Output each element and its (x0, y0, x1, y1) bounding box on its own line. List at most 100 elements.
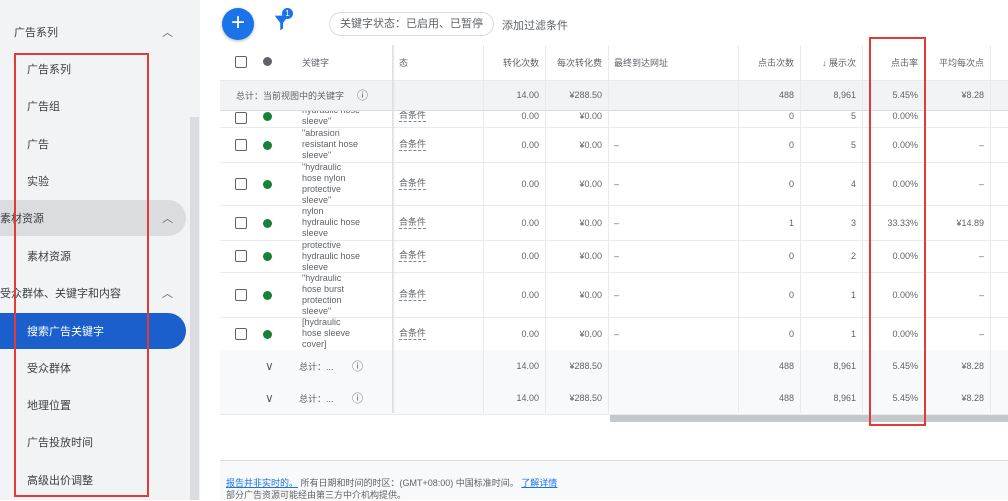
sidebar-item-experiments[interactable]: 实验 (0, 163, 186, 199)
keyword-text[interactable]: "hydraulic hose nylon protective sleeve" (302, 162, 346, 205)
row-checkbox[interactable] (235, 112, 247, 124)
cell-conv: 0.00 (521, 178, 539, 189)
sidebar-item-locations[interactable]: 地理位置 (0, 387, 186, 423)
sidebar-item-label: 实验 (27, 176, 49, 188)
column-divider (483, 45, 484, 413)
horizontal-scrollbar[interactable] (610, 415, 1008, 422)
keyword-text[interactable]: protective hydraulic hose sleeve (302, 240, 360, 272)
column-header-conversions[interactable]: 转化次数 (483, 45, 545, 80)
total-cpconv: ¥288.50 (569, 393, 602, 403)
column-divider (862, 45, 863, 413)
timezone-text: 所有日期和时间的时区：(GMT+08:00) 中国标准时间。 (298, 478, 522, 488)
cell-url: – (614, 178, 620, 189)
status-text[interactable]: 合条件 (399, 110, 427, 122)
keyword-text[interactable]: nylon hydraulic hose sleeve (302, 206, 360, 239)
sidebar-section-assets[interactable]: 素材资源 ︿ (0, 200, 186, 236)
column-divider (738, 45, 739, 413)
sidebar-item-search-keywords[interactable]: 搜索广告关键字 (0, 313, 186, 349)
total-clicks: 488 (778, 393, 794, 403)
help-icon[interactable]: ⓘ (352, 382, 363, 414)
sidebar-item-ads[interactable]: 广告 (0, 126, 186, 162)
cell-cpconv: ¥0.00 (579, 328, 602, 339)
total-impr: 8,961 (833, 393, 856, 403)
sidebar-item-audiences[interactable]: 受众群体 (0, 350, 186, 386)
expand-chevron-icon[interactable]: ∨ (265, 382, 274, 414)
keyword-text[interactable]: [hydraulic hose sleeve cover] (302, 317, 350, 350)
summary-avgcpc: ¥8.28 (961, 90, 984, 100)
cell-url: – (614, 289, 620, 300)
column-header-impressions[interactable]: ↓ 展示次 (800, 45, 862, 80)
sidebar-item-ad-groups[interactable]: 广告组 (0, 88, 186, 124)
enabled-status-dot (263, 290, 272, 300)
total-conv: 14.00 (516, 361, 539, 371)
cell-cpconv: ¥0.00 (579, 178, 602, 189)
status-text[interactable]: 合条件 (399, 250, 427, 262)
keyword-text[interactable]: "abrasion resistant hose sleeve" (302, 128, 358, 161)
column-header-clicks[interactable]: 点击次数 (738, 45, 800, 80)
column-header-cost-per-conversion[interactable]: 每次转化费 (545, 45, 608, 80)
enabled-status-dot (263, 179, 272, 189)
sidebar-item-ad-schedule[interactable]: 广告投放时间 (0, 424, 186, 460)
column-header-ctr[interactable]: 点击率 (862, 45, 924, 80)
sidebar-section-audiences-keywords[interactable]: 受众群体、关键字和内容 ︿ (0, 275, 186, 311)
add-button[interactable]: + (222, 8, 254, 40)
sidebar-item-label: 广告 (27, 139, 49, 151)
row-checkbox[interactable] (235, 177, 247, 190)
enabled-status-dot (263, 112, 272, 121)
row-checkbox[interactable] (235, 216, 247, 229)
keyword-status-filter-chip[interactable]: 关键字状态：已启用、已暂停 (329, 12, 494, 36)
cell-url: – (614, 217, 620, 228)
status-text[interactable]: 合条件 (399, 217, 427, 229)
total-avgcpc: ¥8.28 (961, 361, 984, 371)
sidebar-section-campaigns[interactable]: 广告系列 ︿ (0, 14, 186, 50)
expand-chevron-icon[interactable]: ∨ (265, 350, 274, 382)
keyword-cell: nylon hydraulic hose sleeve (296, 205, 393, 240)
column-header-status[interactable]: 态 (393, 45, 483, 80)
column-divider (800, 45, 801, 413)
add-filter-button[interactable]: 添加过滤条件 (502, 17, 568, 33)
report-not-realtime-link[interactable]: 报告并非实时的。 (226, 478, 298, 488)
status-text[interactable]: 合条件 (399, 328, 427, 340)
total-avgcpc: ¥8.28 (961, 393, 984, 403)
keyword-cell: protective hydraulic hose sleeve (296, 240, 393, 272)
cell-impr: 1 (850, 289, 856, 300)
cell-impr: 5 (850, 139, 856, 150)
column-header-avg-cpc[interactable]: 平均每次点 (924, 45, 990, 80)
column-header-final-url[interactable]: 最终到达网址 (608, 45, 738, 80)
total-ctr: 5.45% (892, 393, 918, 403)
filter-count-badge: 1 (282, 8, 293, 19)
keyword-text[interactable]: "hydraulic hose burst protection sleeve" (302, 273, 344, 317)
sidebar-item-label: 搜索广告关键字 (27, 326, 104, 338)
sidebar-scrollbar[interactable] (190, 117, 199, 500)
cell-ctr: 0.00% (892, 178, 918, 189)
help-icon[interactable]: ⓘ (357, 80, 368, 110)
sidebar-item-assets[interactable]: 素材资源 (0, 238, 186, 274)
row-checkbox[interactable] (235, 250, 247, 262)
cell-url: – (614, 328, 620, 339)
column-header-keyword[interactable]: 关键字 (296, 45, 393, 80)
cell-cpconv: ¥0.00 (579, 251, 602, 261)
sidebar-item-label: 高级出价调整 (27, 475, 93, 487)
cell-clicks: 0 (788, 251, 794, 261)
status-text[interactable]: 合条件 (399, 178, 427, 190)
status-cell: 合条件 (393, 127, 483, 162)
status-text[interactable]: 合条件 (399, 139, 427, 151)
row-checkbox[interactable] (235, 327, 247, 340)
status-cell: 合条件 (393, 317, 483, 350)
sidebar-item-label: 广告投放时间 (27, 437, 93, 449)
total-cpconv: ¥288.50 (569, 361, 602, 371)
status-dot-header (263, 57, 272, 66)
row-checkbox[interactable] (235, 288, 247, 301)
cell-avgcpc: – (978, 328, 984, 339)
total-label: 总计：... (299, 393, 334, 404)
status-text[interactable]: 合条件 (399, 289, 427, 301)
cell-conv: 0.00 (521, 139, 539, 150)
enabled-status-dot (263, 329, 272, 339)
help-icon[interactable]: ⓘ (352, 350, 363, 382)
sidebar-item-bid-adjustments[interactable]: 高级出价调整 (0, 462, 186, 498)
select-all-checkbox[interactable] (235, 56, 247, 68)
learn-more-link[interactable]: 了解详情 (521, 478, 557, 488)
row-checkbox[interactable] (235, 138, 247, 151)
third-party-note: 部分广告资源可能经由第三方中介机构提供。 (226, 490, 407, 500)
sidebar-item-campaigns[interactable]: 广告系列 (0, 51, 186, 87)
